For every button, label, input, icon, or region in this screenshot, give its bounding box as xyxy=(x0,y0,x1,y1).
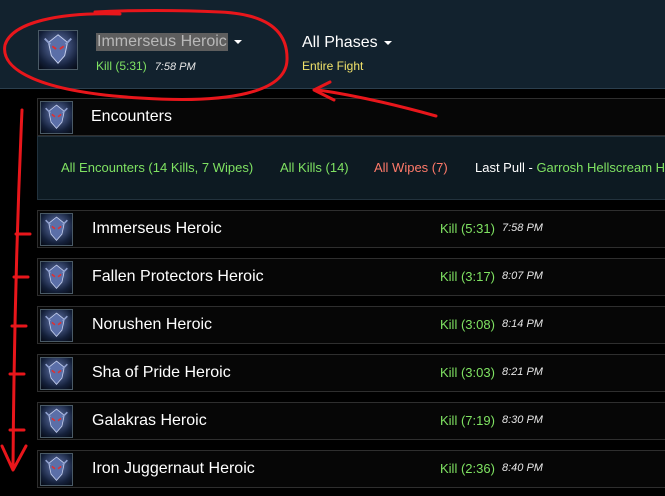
encounter-name: Sha of Pride Heroic xyxy=(92,364,231,381)
fight-name: Immerseus Heroic xyxy=(96,33,228,51)
phase-subtitle[interactable]: Entire Fight xyxy=(302,59,363,73)
encounter-name: Iron Juggernaut Heroic xyxy=(92,460,255,477)
encounter-time: 8:14 PM xyxy=(502,318,543,330)
filter-all-encounters[interactable]: All Encounters (14 Kills, 7 Wipes) xyxy=(61,160,253,175)
encounter-time: 8:07 PM xyxy=(502,270,543,282)
encounter-result: Kill (3:08) xyxy=(440,317,495,332)
fight-result: Kill (5:31) xyxy=(96,59,147,73)
encounter-time: 8:21 PM xyxy=(502,366,543,378)
boss-portrait-icon xyxy=(40,453,73,486)
chevron-down-icon xyxy=(233,40,242,44)
encounter-row[interactable]: Galakras Heroic Kill (7:19) 8:30 PM xyxy=(37,402,665,440)
annotation-down-arrow xyxy=(0,444,28,472)
encounter-row[interactable]: Immerseus Heroic Kill (5:31) 7:58 PM xyxy=(37,210,665,248)
encounter-name: Norushen Heroic xyxy=(92,316,213,333)
boss-portrait-icon xyxy=(38,30,78,70)
last-pull-boss: Garrosh Hellscream H xyxy=(536,160,665,175)
fight-header: Immerseus Heroic Kill (5:31) 7:58 PM All… xyxy=(0,0,665,89)
fight-meta: Kill (5:31) 7:58 PM xyxy=(96,59,196,73)
encounter-row[interactable]: Fallen Protectors Heroic Kill (3:17) 8:0… xyxy=(37,258,665,296)
encounter-time: 7:58 PM xyxy=(502,222,543,234)
boss-portrait-icon xyxy=(40,261,73,294)
encounter-row[interactable]: Sha of Pride Heroic Kill (3:03) 8:21 PM xyxy=(37,354,665,392)
encounter-row[interactable]: Iron Juggernaut Heroic Kill (2:36) 8:40 … xyxy=(37,450,665,488)
encounter-time: 8:30 PM xyxy=(502,414,543,426)
fight-dropdown[interactable]: Immerseus Heroic xyxy=(96,33,242,51)
last-pull-separator: - xyxy=(524,160,537,175)
annotation-down-line xyxy=(11,108,24,470)
encounter-name: Galakras Heroic xyxy=(92,412,207,429)
encounters-title: Encounters xyxy=(91,108,172,125)
boss-portrait-icon xyxy=(40,357,73,390)
encounter-name: Immerseus Heroic xyxy=(92,220,222,237)
boss-portrait-icon xyxy=(40,405,73,438)
encounter-result: Kill (3:17) xyxy=(440,269,495,284)
fight-time: 7:58 PM xyxy=(154,61,196,73)
encounter-time: 8:40 PM xyxy=(502,462,543,474)
filter-last-pull[interactable]: Last Pull - Garrosh Hellscream H xyxy=(475,160,665,175)
filter-all-kills[interactable]: All Kills (14) xyxy=(280,160,349,175)
chevron-down-icon xyxy=(383,41,392,45)
encounter-result: Kill (2:36) xyxy=(440,461,495,476)
encounter-result: Kill (5:31) xyxy=(440,221,495,236)
boss-portrait-icon xyxy=(40,309,73,342)
encounter-result: Kill (7:19) xyxy=(440,413,495,428)
encounter-row[interactable]: Norushen Heroic Kill (3:08) 8:14 PM xyxy=(37,306,665,344)
filter-all-wipes[interactable]: All Wipes (7) xyxy=(374,160,448,175)
phase-label: All Phases xyxy=(302,34,378,51)
encounter-name: Fallen Protectors Heroic xyxy=(92,268,264,285)
boss-portrait-icon xyxy=(40,101,73,134)
boss-portrait-icon xyxy=(40,213,73,246)
last-pull-label: Last Pull xyxy=(475,160,525,175)
phase-dropdown[interactable]: All Phases xyxy=(302,34,392,52)
encounter-result: Kill (3:03) xyxy=(440,365,495,380)
